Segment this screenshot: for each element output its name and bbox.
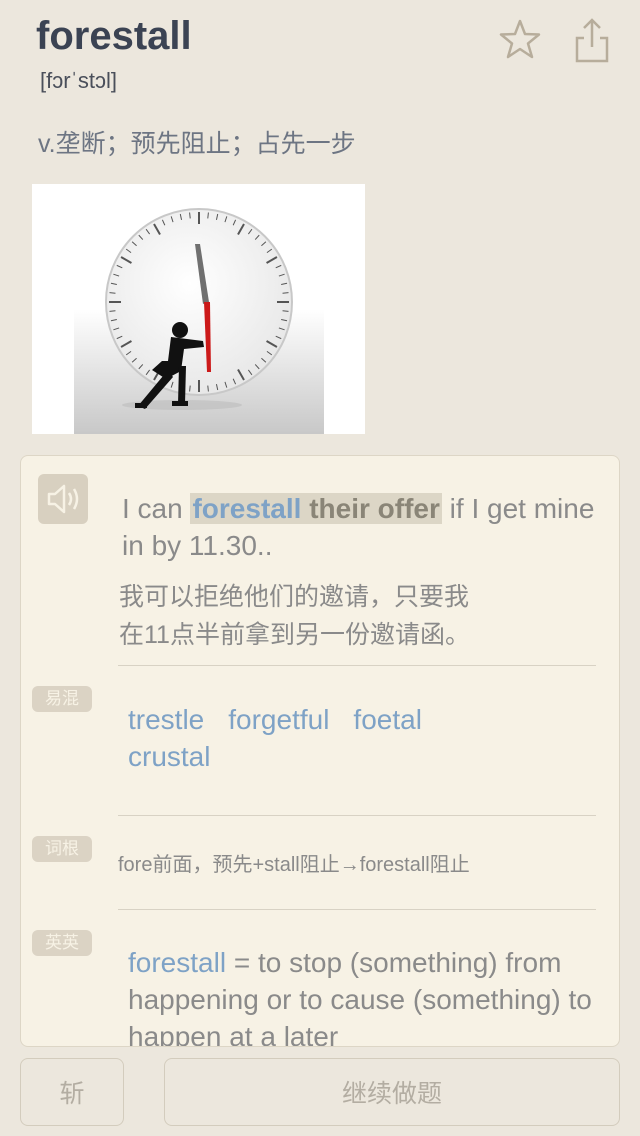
english-tag: 英英 [32,930,92,956]
highlight-rest: their offer [309,493,440,524]
root-text: fore前面，预先+stall阻止→forestall阻止 [118,854,470,876]
favorite-star-icon[interactable] [498,18,542,62]
detail-card: I can forestall their offer if I get min… [20,455,620,1047]
english-definition: forestall = to stop (something) from hap… [128,944,598,1046]
example-text-start: I can [122,493,191,524]
phonetic: [fɔrˈstɔl] [40,68,117,93]
confusable-tag: 易混 [32,686,92,712]
highlight-word: forestall [192,493,302,524]
confusable-word-link[interactable]: forgetful [228,704,329,735]
illustration-clock-pusher [32,184,365,434]
confusable-word-link[interactable]: trestle [128,704,204,735]
divider [118,665,596,666]
speaker-icon[interactable] [38,474,88,524]
word-title: forestall [36,14,192,58]
highlight-phrase: forestall their offer [190,493,442,524]
translation-line-2: 在11点半前拿到另一份邀请函。 [119,621,470,649]
continue-button[interactable]: 继续做题 [164,1058,620,1126]
english-word: forestall [128,947,227,978]
example-translation: 我可以拒绝他们的邀请，只要我 在11点半前拿到另一份邀请函。 [119,578,599,654]
confusable-words: trestle forgetful foetal crustal [128,701,598,775]
translation-line-1: 我可以拒绝他们的邀请，只要我 [119,583,470,611]
root-tag: 词根 [32,836,92,862]
confusable-word-link[interactable]: crustal [128,741,210,772]
divider [118,815,596,816]
divider [118,909,596,910]
example-sentence: I can forestall their offer if I get min… [122,490,602,564]
confusable-word-link[interactable]: foetal [353,704,422,735]
definition: v.垄断；预先阻止；占先一步 [38,130,356,158]
share-icon[interactable] [570,18,614,63]
skip-button[interactable]: 斩 [20,1058,124,1126]
